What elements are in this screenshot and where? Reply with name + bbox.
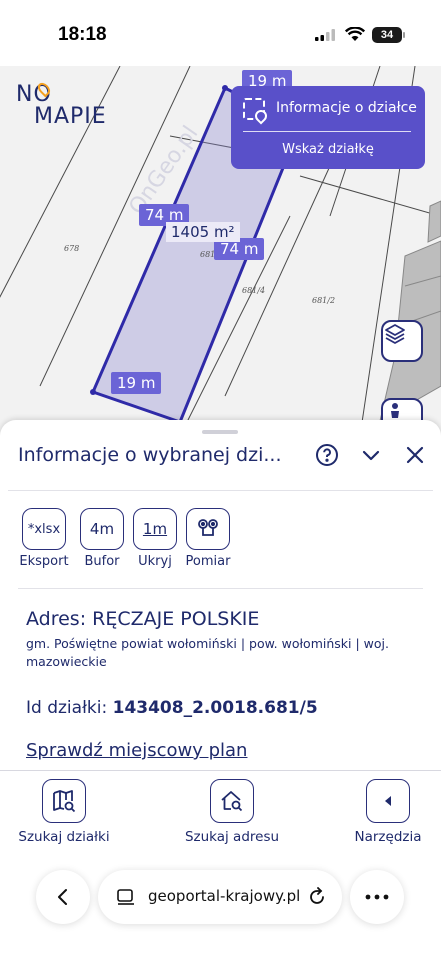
building-shapes bbox=[379, 200, 441, 423]
local-plan-link[interactable]: Sprawdź miejscowy plan bbox=[26, 740, 247, 761]
info-box-divider bbox=[243, 131, 411, 132]
browser-toolbar: geoportal-krajowy.pl bbox=[0, 850, 441, 960]
point-parcel-button[interactable]: Wskaż działkę bbox=[231, 142, 425, 157]
nav-search-parcel-label: Szukaj działki bbox=[18, 829, 110, 845]
nav-search-address-label: Szukaj adresu bbox=[184, 829, 280, 845]
select-parcel-icon bbox=[243, 98, 265, 120]
caret-left-icon bbox=[366, 779, 410, 823]
parcel-id-value: 143408_2.0018.681/5 bbox=[112, 698, 318, 718]
buffer-label: Bufor bbox=[84, 554, 120, 569]
home-search-icon bbox=[210, 779, 254, 823]
measure-route-icon bbox=[186, 508, 230, 550]
nav-search-parcel[interactable]: Szukaj działki bbox=[16, 779, 112, 845]
status-time: 18:18 bbox=[58, 24, 107, 45]
tools-separator bbox=[18, 588, 423, 589]
help-icon bbox=[316, 444, 338, 466]
measure-label: Pomiar bbox=[185, 554, 231, 569]
tabs-icon bbox=[117, 889, 134, 905]
plot-number: 681 bbox=[200, 250, 216, 259]
parcel-id-label: Id działki: bbox=[26, 698, 108, 718]
plot-number: 681/2 bbox=[312, 296, 336, 305]
wifi-icon bbox=[345, 27, 365, 41]
hide-measure-icon: 1m bbox=[133, 508, 177, 550]
address-value: RĘCZAJE POLSKIE bbox=[92, 608, 260, 630]
collapse-button[interactable] bbox=[358, 442, 384, 468]
map-view[interactable]: OnGeo.pl NO MAPIE 19 m 74 m 74 m 19 m 14… bbox=[0, 66, 441, 436]
address-details: gm. Poświętne powiat wołomiński | pow. w… bbox=[26, 636, 389, 669]
close-button[interactable] bbox=[402, 442, 428, 468]
plot-number: 681/4 bbox=[242, 286, 266, 295]
address-line: Adres: RĘCZAJE POLSKIE bbox=[26, 608, 259, 630]
url-text: geoportal-krajowy.pl bbox=[148, 887, 301, 905]
layers-icon bbox=[385, 324, 405, 344]
help-button[interactable] bbox=[314, 442, 340, 468]
header-separator bbox=[8, 490, 433, 491]
export-label: Eksport bbox=[19, 554, 69, 569]
export-tool[interactable]: *xlsx Eksport bbox=[14, 508, 74, 569]
address-bar[interactable]: geoportal-krajowy.pl bbox=[98, 870, 342, 924]
parcel-info-panel: Informacje o wybranej dzi... *xlsx Ekspo… bbox=[0, 420, 441, 770]
nav-tools-label: Narzędzia bbox=[354, 829, 422, 845]
chevron-left-icon bbox=[58, 889, 67, 905]
close-icon bbox=[406, 446, 424, 464]
measure-tool[interactable]: Pomiar bbox=[178, 508, 238, 569]
nomapie-logo: NO MAPIE bbox=[16, 80, 106, 129]
nav-search-address[interactable]: Szukaj adresu bbox=[182, 779, 282, 845]
parcel-id-line: Id działki: 143408_2.0018.681/5 bbox=[26, 698, 318, 718]
chevron-down-icon bbox=[362, 450, 380, 461]
address-label: Adres: bbox=[26, 608, 87, 630]
export-xlsx-icon: *xlsx bbox=[22, 508, 66, 550]
logo-text-mapie: MAPIE bbox=[34, 104, 107, 129]
hide-tool[interactable]: 1m Ukryj bbox=[125, 508, 185, 569]
bottom-navigation: Szukaj działki Szukaj adresu Narzędzia bbox=[0, 770, 441, 850]
plot-number: 678 bbox=[64, 244, 80, 253]
hide-label: Ukryj bbox=[138, 554, 172, 569]
more-icon bbox=[365, 894, 389, 900]
browser-more-button[interactable] bbox=[350, 870, 404, 924]
panel-title: Informacje o wybranej dzi... bbox=[18, 444, 282, 466]
cellular-signal-icon bbox=[315, 29, 335, 41]
reload-icon[interactable] bbox=[306, 886, 328, 908]
parcel-info-box: Informacje o działce Wskaż działkę bbox=[231, 86, 425, 169]
map-search-icon bbox=[42, 779, 86, 823]
nav-tools[interactable]: Narzędzia bbox=[350, 779, 426, 845]
battery-tip bbox=[403, 32, 405, 38]
battery-icon: 34 bbox=[372, 27, 402, 43]
browser-back-button[interactable] bbox=[36, 870, 90, 924]
parcel-info-title[interactable]: Informacje o działce bbox=[276, 100, 417, 116]
parcel-area-label: 1405 m² bbox=[166, 222, 240, 242]
layers-button[interactable] bbox=[381, 320, 423, 362]
status-bar: 18:18 34 bbox=[0, 0, 441, 66]
buffer-icon: 4m bbox=[80, 508, 124, 550]
panel-drag-handle[interactable] bbox=[202, 430, 238, 434]
measure-bottom: 19 m bbox=[111, 372, 162, 394]
buffer-tool[interactable]: 4m Bufor bbox=[72, 508, 132, 569]
